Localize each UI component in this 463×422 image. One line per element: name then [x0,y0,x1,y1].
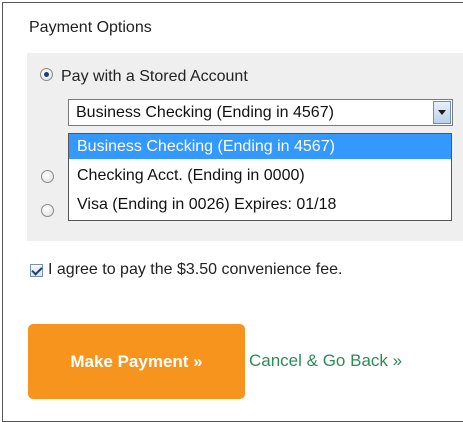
stored-account-radio[interactable] [40,68,53,81]
dropdown-option-business-checking[interactable]: Business Checking (Ending in 4567) [69,134,451,159]
stored-account-dropdown-list: Business Checking (Ending in 4567) Check… [68,133,452,221]
stored-account-select-value: Business Checking (Ending in 4567) [76,104,334,121]
dropdown-option-visa[interactable]: Visa (Ending in 0026) Expires: 01/18 [69,192,451,217]
chevron-down-icon[interactable] [433,101,451,124]
payment-method-radio-3[interactable] [41,204,54,217]
make-payment-button[interactable]: Make Payment » [28,324,245,399]
dropdown-option-checking-acct[interactable]: Checking Acct. (Ending in 0000) [69,163,451,188]
panel-title: Payment Options [29,19,152,36]
convenience-fee-checkbox[interactable] [30,264,43,277]
payment-method-radio-2[interactable] [41,170,54,183]
convenience-fee-label[interactable]: I agree to pay the $3.50 convenience fee… [48,261,342,279]
cancel-go-back-link[interactable]: Cancel & Go Back » [249,351,402,371]
stored-account-label[interactable]: Pay with a Stored Account [61,68,248,86]
stored-account-select[interactable]: Business Checking (Ending in 4567) [68,99,453,126]
